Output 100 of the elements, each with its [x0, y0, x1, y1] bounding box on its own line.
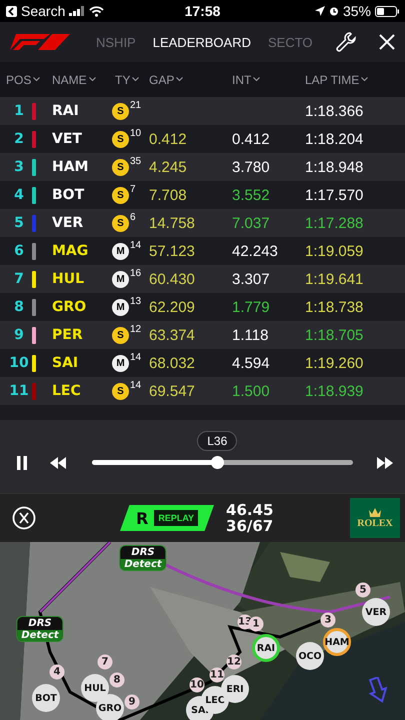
position-number: 4: [13, 187, 25, 203]
gap-time: 0.412: [149, 130, 188, 148]
gap-time: 4.245: [149, 158, 188, 176]
tyre-badge: M: [112, 298, 129, 316]
logo-icon: [10, 34, 70, 50]
lap-time: 1:18.366: [305, 102, 364, 120]
position-number: 7: [13, 271, 25, 287]
chevron-icon: [88, 77, 96, 82]
battery-icon: [375, 6, 399, 16]
tyre-laps: 6: [130, 212, 136, 222]
driver-code: PER: [51, 327, 84, 343]
alarm-icon: [328, 6, 339, 16]
gap-time: 57.123: [149, 242, 196, 260]
back-icon[interactable]: [6, 6, 17, 16]
nav-tab[interactable]: LEADERBOARD: [152, 34, 251, 50]
lap-time: 1:19.260: [305, 354, 364, 372]
lap-time: 1:18.204: [305, 130, 364, 148]
interval-time: 7.037: [232, 214, 271, 232]
driver-code: GRO: [51, 299, 88, 315]
lap-time: 1:17.570: [305, 186, 364, 204]
tyre-laps: 21: [130, 100, 142, 110]
gap-time: 60.430: [149, 270, 196, 288]
drs-detect-label: DRS Detect: [16, 616, 64, 642]
lap-time: 1:19.059: [305, 242, 364, 260]
interval-time: 4.594: [232, 354, 271, 372]
wrench-icon[interactable]: [335, 31, 357, 53]
driver-code: HAM: [51, 159, 90, 175]
driver-code: SAI: [51, 355, 80, 371]
lap-time: 1:18.738: [305, 298, 364, 316]
battery-percent: 35%: [342, 3, 371, 19]
position-number: 8: [13, 299, 25, 315]
gap-time: 63.374: [149, 326, 196, 344]
interval-time: 0.412: [232, 130, 271, 148]
sponsor-name: ROLEX: [357, 518, 393, 528]
tyre-badge: M: [112, 354, 129, 372]
interval-time: 1.500: [232, 382, 271, 400]
lap-time: 1:18.948: [305, 158, 364, 176]
crown-icon: [369, 508, 381, 516]
pause-icon[interactable]: [16, 456, 28, 470]
replay-letter: R: [136, 508, 148, 528]
tyre-badge: S: [112, 382, 129, 400]
gap-time: 69.547: [149, 382, 196, 400]
tyre-badge: S: [112, 326, 129, 344]
column-header[interactable]: LAP TIME: [305, 72, 368, 86]
slider-thumb[interactable]: [211, 456, 224, 469]
location-icon: [314, 6, 325, 16]
position-number: 11: [8, 383, 30, 399]
driver-code: LEC: [51, 383, 82, 399]
gap-time: 14.758: [149, 214, 196, 232]
tyre-laps: 16: [130, 268, 142, 278]
tyre-laps: 35: [130, 156, 142, 166]
chevron-icon: [132, 77, 140, 82]
driver-code: BOT: [51, 187, 86, 203]
interval-time: 1.779: [232, 298, 271, 316]
tyre-laps: 14: [130, 240, 142, 250]
lap-tooltip: L36: [197, 431, 238, 451]
position-number: 10: [8, 355, 30, 371]
fast-forward-icon[interactable]: [377, 456, 393, 468]
lap-time: 1:18.939: [305, 382, 364, 400]
driver-code: VER: [51, 215, 84, 231]
rewind-icon[interactable]: [50, 456, 66, 468]
tyre-badge: S: [112, 186, 129, 204]
drs-detect-label: DRS Detect: [119, 545, 167, 571]
lap-time: 1:17.288: [305, 214, 364, 232]
position-number: 9: [13, 327, 25, 343]
driver-code: RAI: [51, 103, 80, 119]
gap-time: 7.708: [149, 186, 188, 204]
chevron-icon: [33, 77, 40, 82]
tyre-badge: S: [112, 102, 129, 120]
tyre-badge: S: [112, 158, 129, 176]
interval-time: 3.552: [232, 186, 271, 204]
tyre-laps: 12: [130, 324, 142, 334]
interval-time: 1.118: [232, 326, 270, 344]
gap-time: 62.209: [149, 298, 196, 316]
signal-icon: [69, 6, 86, 16]
interval-time: 3.780: [232, 158, 271, 176]
lap-time: 1:19.641: [305, 270, 364, 288]
position-number: 2: [13, 131, 25, 147]
session-time: 46.45: [226, 502, 274, 518]
chevron-icon: [176, 77, 184, 82]
position-number: 6: [13, 243, 25, 259]
driver-code: HUL: [51, 271, 86, 287]
chevron-icon: [361, 77, 368, 82]
close-circle-icon[interactable]: [12, 506, 36, 530]
lap-time: 1:18.705: [305, 326, 364, 344]
column-header[interactable]: INT: [232, 72, 260, 86]
tyre-badge: S: [112, 130, 129, 148]
tyre-laps: 14: [130, 380, 142, 390]
tyre-badge: M: [112, 270, 129, 288]
interval-time: 3.307: [232, 270, 271, 288]
column-header[interactable]: GAP: [149, 72, 184, 86]
position-number: 5: [13, 215, 25, 231]
back-label[interactable]: Search: [21, 3, 66, 19]
lap-count: 36/67: [226, 518, 274, 534]
tyre-laps: 7: [130, 184, 136, 194]
close-icon[interactable]: [379, 34, 395, 50]
driver-code: MAG: [51, 243, 90, 259]
column-header[interactable]: TY: [112, 72, 140, 86]
wifi-icon: [89, 6, 104, 16]
position-number: 3: [13, 159, 25, 175]
